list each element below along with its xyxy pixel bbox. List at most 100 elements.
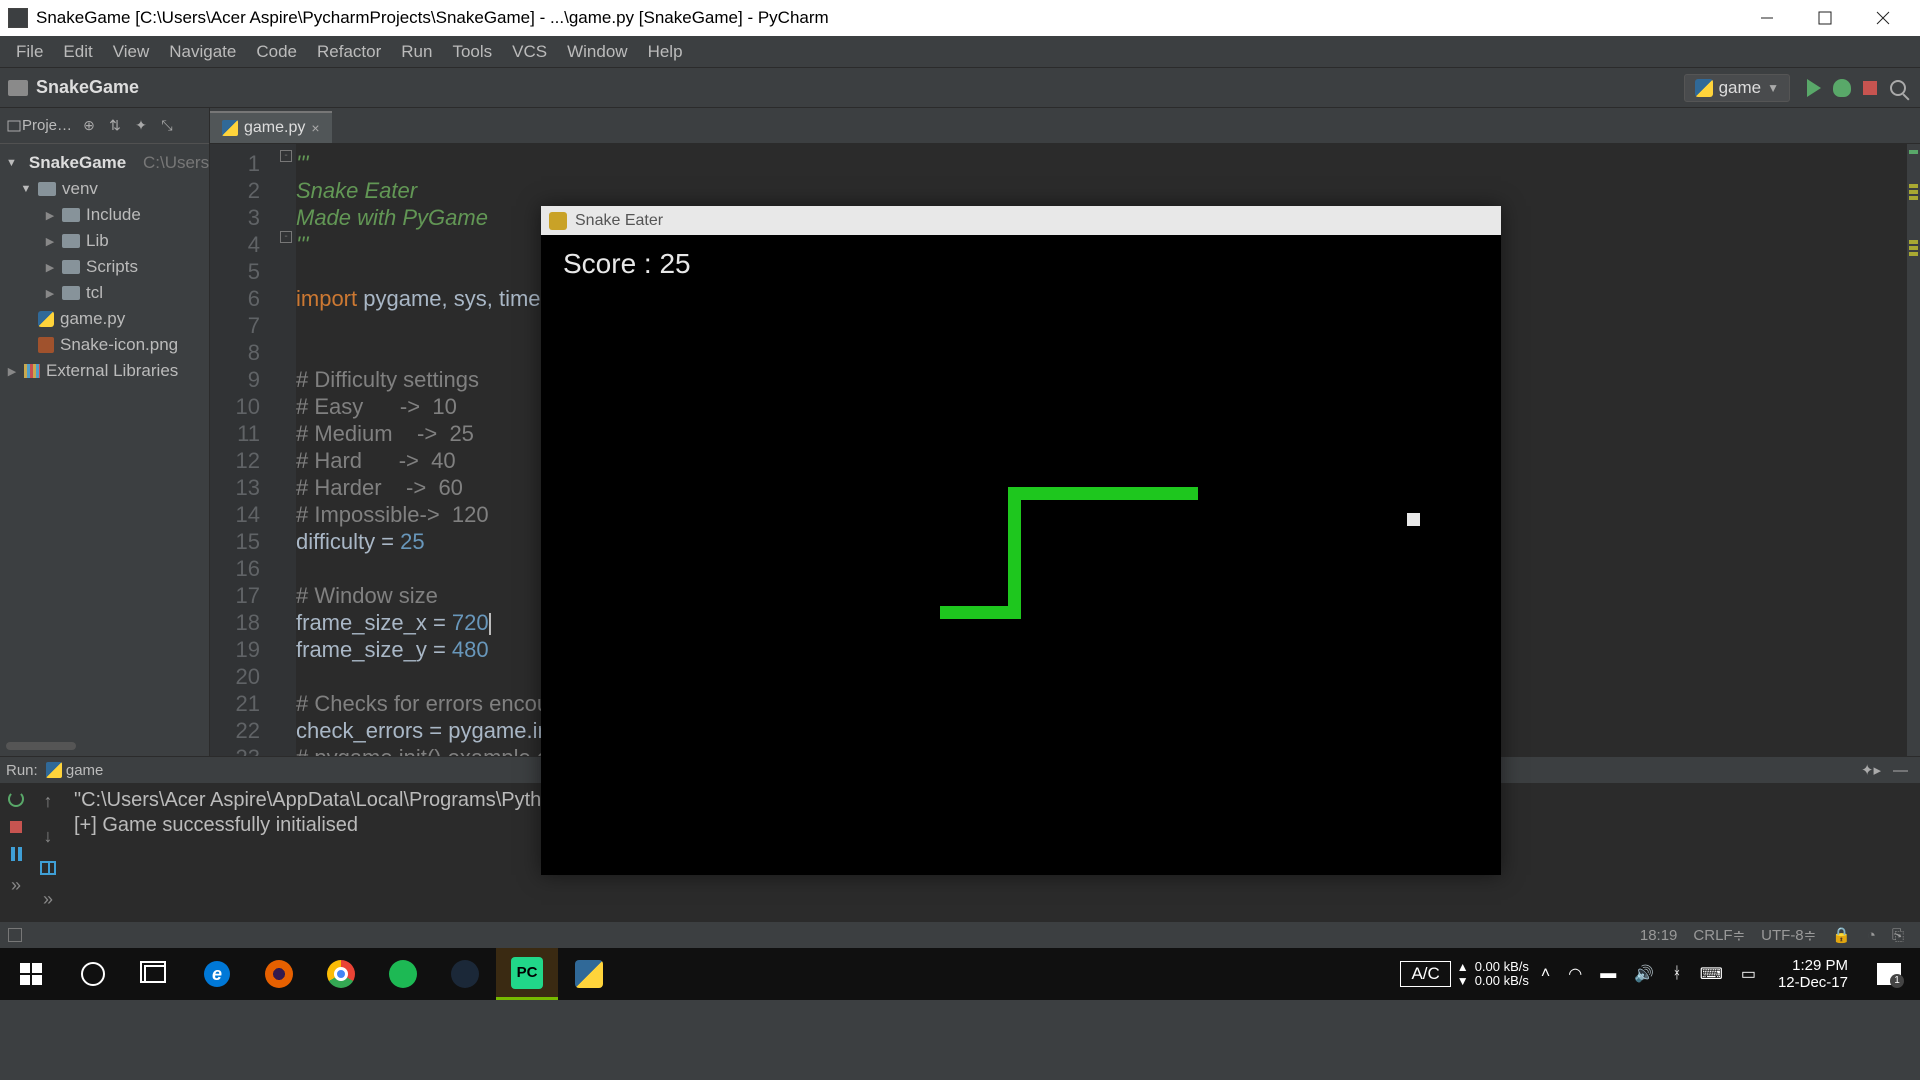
stop-button[interactable]: [1856, 74, 1884, 102]
hide-icon[interactable]: ⤡: [158, 117, 176, 135]
close-tab-icon[interactable]: ×: [311, 120, 319, 136]
error-stripe[interactable]: [1906, 144, 1920, 756]
tree-snakepng[interactable]: ▶Snake-icon.png: [0, 332, 209, 358]
menu-window[interactable]: Window: [557, 38, 637, 66]
tree-tcl[interactable]: ▶tcl: [0, 280, 209, 306]
run-config-name: game: [66, 762, 104, 779]
pygame-titlebar[interactable]: Snake Eater: [541, 206, 1501, 235]
pygame-icon: [549, 212, 567, 230]
tab-label: game.py: [244, 119, 305, 137]
status-line-sep[interactable]: CRLF≑: [1693, 926, 1745, 944]
window-titlebar: SnakeGame [C:\Users\Acer Aspire\PycharmP…: [0, 0, 1920, 36]
chrome-app[interactable]: [310, 948, 372, 1000]
down-button[interactable]: ↓: [44, 826, 53, 847]
menu-edit[interactable]: Edit: [53, 38, 102, 66]
game-canvas: Score : 25: [541, 235, 1501, 875]
collapse-icon[interactable]: ⊕: [80, 117, 98, 135]
firefox-app[interactable]: [248, 948, 310, 1000]
tree-gamepy[interactable]: ▶game.py: [0, 306, 209, 332]
score-display: Score : 25: [563, 247, 691, 280]
stop-button[interactable]: [10, 821, 22, 833]
lock-icon[interactable]: 🔒: [1832, 926, 1851, 944]
close-button[interactable]: [1854, 0, 1912, 36]
wifi-icon[interactable]: ◠: [1568, 964, 1582, 984]
menu-run[interactable]: Run: [391, 38, 442, 66]
project-tool-header: Proje… ⊕ ⇅ ✦ ⤡: [0, 108, 209, 144]
fold-marker[interactable]: -: [280, 231, 292, 243]
tree-venv[interactable]: ▼venv: [0, 176, 209, 202]
run-config-selector[interactable]: game ▼: [1684, 74, 1790, 102]
snake-segment: [940, 606, 1021, 619]
ac-indicator[interactable]: A/C: [1400, 961, 1450, 987]
tab-gamepy[interactable]: game.py ×: [210, 111, 332, 143]
menu-help[interactable]: Help: [638, 38, 693, 66]
tree-include[interactable]: ▶Include: [0, 202, 209, 228]
run-controls-left: »: [0, 783, 32, 921]
soft-wrap-button[interactable]: [40, 861, 56, 875]
start-button[interactable]: [0, 948, 62, 1000]
navigation-toolbar: SnakeGame game ▼: [0, 68, 1920, 108]
up-button[interactable]: ↑: [44, 791, 53, 812]
keyboard-icon[interactable]: ⌨: [1700, 964, 1723, 984]
minimize-button[interactable]: [1738, 0, 1796, 36]
run-label: Run:: [6, 762, 38, 779]
tree-root[interactable]: ▼SnakeGame C:\Users: [0, 150, 209, 176]
python-app[interactable]: [558, 948, 620, 1000]
menu-navigate[interactable]: Navigate: [159, 38, 246, 66]
fold-marker[interactable]: -: [280, 150, 292, 162]
notifications-button[interactable]: 1: [1858, 948, 1920, 1000]
project-tool-label[interactable]: Proje…: [22, 117, 72, 134]
chevron-down-icon: ▼: [1767, 81, 1779, 95]
tree-external-libs[interactable]: ▶External Libraries: [0, 358, 209, 384]
bluetooth-icon[interactable]: ᚼ: [1672, 965, 1682, 983]
volume-icon[interactable]: 🔊: [1634, 964, 1654, 984]
net-speed: 0.00 kB/s0.00 kB/s: [1475, 960, 1529, 988]
menu-vcs[interactable]: VCS: [502, 38, 557, 66]
food: [1407, 513, 1420, 526]
scroll-icon[interactable]: ⇅: [106, 117, 124, 135]
cortana-button[interactable]: [62, 948, 124, 1000]
steam-app[interactable]: [434, 948, 496, 1000]
run-button[interactable]: [1800, 74, 1828, 102]
battery-icon[interactable]: ▬: [1600, 965, 1616, 983]
taskbar-clock[interactable]: 1:29 PM12-Dec-17: [1778, 957, 1848, 991]
breadcrumb[interactable]: SnakeGame: [36, 77, 139, 98]
ide-status-bar: 18:19 CRLF≑ UTF-8≑ 🔒 ◔ ⎘: [0, 921, 1920, 948]
edge-app[interactable]: e: [186, 948, 248, 1000]
projector-icon[interactable]: ▭: [1741, 964, 1756, 984]
tray-chevron-icon[interactable]: ˄: [1541, 965, 1550, 983]
menu-code[interactable]: Code: [246, 38, 307, 66]
project-icon: [6, 118, 22, 134]
snake-segment: [1008, 487, 1021, 619]
menu-file[interactable]: File: [6, 38, 53, 66]
sidebar-scrollbar[interactable]: [6, 742, 76, 750]
pygame-title: Snake Eater: [575, 212, 663, 230]
more-button[interactable]: »: [11, 875, 21, 896]
pygame-window[interactable]: Snake Eater Score : 25: [541, 206, 1501, 875]
maximize-button[interactable]: [1796, 0, 1854, 36]
status-encoding[interactable]: UTF-8≑: [1761, 926, 1816, 944]
gear-icon[interactable]: ✦▸: [1861, 761, 1881, 779]
rerun-button[interactable]: [8, 791, 24, 807]
pycharm-app[interactable]: PC: [496, 948, 558, 1000]
run-config-name: game: [1719, 78, 1762, 98]
search-everywhere-button[interactable]: [1884, 74, 1912, 102]
system-tray: ˄ ◠ ▬ 🔊 ᚼ ⌨ ▭: [1529, 964, 1768, 984]
pause-button[interactable]: [11, 847, 22, 861]
window-title: SnakeGame [C:\Users\Acer Aspire\PycharmP…: [36, 8, 1738, 28]
tree-lib[interactable]: ▶Lib: [0, 228, 209, 254]
menu-view[interactable]: View: [103, 38, 160, 66]
menu-tools[interactable]: Tools: [442, 38, 502, 66]
spotify-app[interactable]: [372, 948, 434, 1000]
memory-icon[interactable]: ⎘: [1892, 927, 1904, 944]
hide-icon[interactable]: —: [1893, 762, 1908, 779]
windows-taskbar: e PC A/C ▲▼ 0.00 kB/s0.00 kB/s ˄ ◠ ▬ 🔊 ᚼ…: [0, 948, 1920, 1000]
more-button[interactable]: »: [43, 889, 53, 910]
tool-window-button[interactable]: [8, 928, 22, 942]
task-view-button[interactable]: [124, 948, 186, 1000]
menu-refactor[interactable]: Refactor: [307, 38, 391, 66]
inspection-icon[interactable]: ◔: [1867, 927, 1876, 944]
debug-button[interactable]: [1828, 74, 1856, 102]
settings-icon[interactable]: ✦: [132, 117, 150, 135]
tree-scripts[interactable]: ▶Scripts: [0, 254, 209, 280]
